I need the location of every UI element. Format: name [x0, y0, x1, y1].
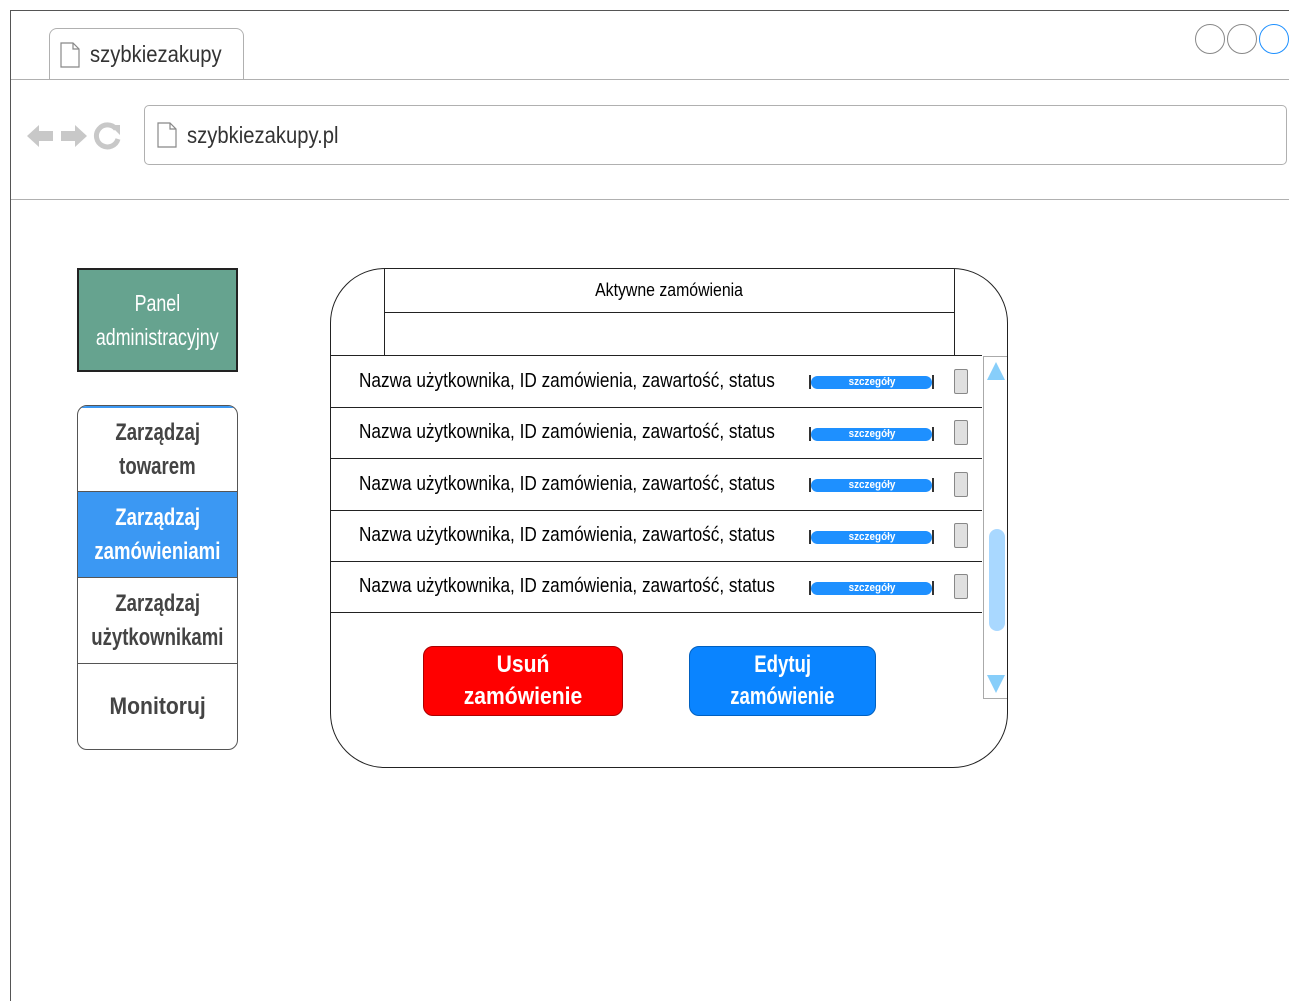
order-checkbox[interactable]	[954, 471, 968, 497]
order-row: Nazwa użytkownika, ID zamówienia, zawart…	[331, 458, 982, 510]
maximize-button[interactable]	[1227, 24, 1257, 54]
details-button[interactable]: szczegóły	[809, 476, 934, 493]
nav-divider	[11, 199, 1289, 200]
tab-title: szybkiezakupy	[90, 41, 222, 67]
order-checkbox[interactable]	[954, 368, 968, 394]
order-row-text: Nazwa użytkownika, ID zamówienia, zawart…	[359, 524, 775, 547]
sidebar-item-manage-orders[interactable]: Zarządzaj zamówieniami	[78, 492, 237, 578]
page-icon	[60, 41, 80, 68]
admin-panel-title: Panel administracyjny	[77, 268, 238, 372]
orders-title: Aktywne zamówienia	[385, 269, 954, 313]
reload-icon[interactable]	[93, 121, 123, 151]
details-button[interactable]: szczegóły	[809, 425, 934, 441]
browser-window: szybkiezakupy szybkiezakupy.pl Panel admi…	[10, 10, 1289, 1001]
order-row-text: Nazwa użytkownika, ID zamówienia, zawart…	[359, 472, 775, 495]
scroll-thumb[interactable]	[989, 529, 1005, 631]
nav-buttons	[25, 121, 123, 151]
sidebar-menu: Zarządzaj towarem Zarządzaj zamówieniami Z…	[77, 405, 238, 750]
tab-divider	[11, 79, 1289, 80]
order-row-text: Nazwa użytkownika, ID zamówienia, zawart…	[359, 369, 775, 392]
browser-tab[interactable]: szybkiezakupy	[49, 28, 244, 80]
sidebar-item-manage-users[interactable]: Zarządzaj użytkownikami	[78, 578, 237, 664]
window-controls	[1195, 24, 1289, 54]
order-checkbox[interactable]	[954, 523, 968, 549]
close-button[interactable]	[1259, 24, 1289, 54]
active-orders-panel: Aktywne zamówienia Nazwa użytkownika, ID…	[330, 268, 1008, 768]
details-button[interactable]: szczegóły	[809, 373, 934, 390]
delete-order-button[interactable]: Usuń zamówienie	[423, 646, 623, 716]
url-text: szybkiezakupy.pl	[187, 121, 339, 148]
order-row: Nazwa użytkownika, ID zamówienia, zawart…	[331, 561, 982, 613]
order-row: Nazwa użytkownika, ID zamówienia, zawart…	[331, 509, 982, 562]
forward-arrow-icon[interactable]	[59, 121, 89, 151]
sidebar-item-manage-products[interactable]: Zarządzaj towarem	[78, 406, 237, 492]
scroll-up-arrow-icon[interactable]	[987, 362, 1005, 380]
order-row: Nazwa użytkownika, ID zamówienia, zawart…	[331, 355, 982, 407]
edit-order-button[interactable]: Edytuj zamówienie	[689, 646, 876, 716]
address-bar[interactable]: szybkiezakupy.pl	[144, 105, 1287, 165]
order-row: Nazwa użytkownika, ID zamówienia, zawart…	[331, 406, 982, 459]
sidebar-item-monitor[interactable]: Monitoruj	[78, 664, 237, 749]
orders-list: Nazwa użytkownika, ID zamówienia, zawart…	[331, 355, 982, 613]
orders-scrollbar[interactable]	[983, 356, 1007, 699]
details-button[interactable]: szczegóły	[809, 528, 934, 544]
order-checkbox[interactable]	[954, 574, 968, 600]
order-row-text: Nazwa użytkownika, ID zamówienia, zawart…	[359, 575, 775, 598]
back-arrow-icon[interactable]	[25, 121, 55, 151]
order-checkbox[interactable]	[954, 420, 968, 446]
scroll-down-arrow-icon[interactable]	[987, 675, 1005, 693]
page-icon	[157, 122, 177, 148]
orders-header: Aktywne zamówienia	[384, 269, 955, 356]
details-button[interactable]: szczegóły	[809, 579, 934, 595]
order-row-text: Nazwa użytkownika, ID zamówienia, zawart…	[359, 421, 775, 444]
minimize-button[interactable]	[1195, 24, 1225, 54]
